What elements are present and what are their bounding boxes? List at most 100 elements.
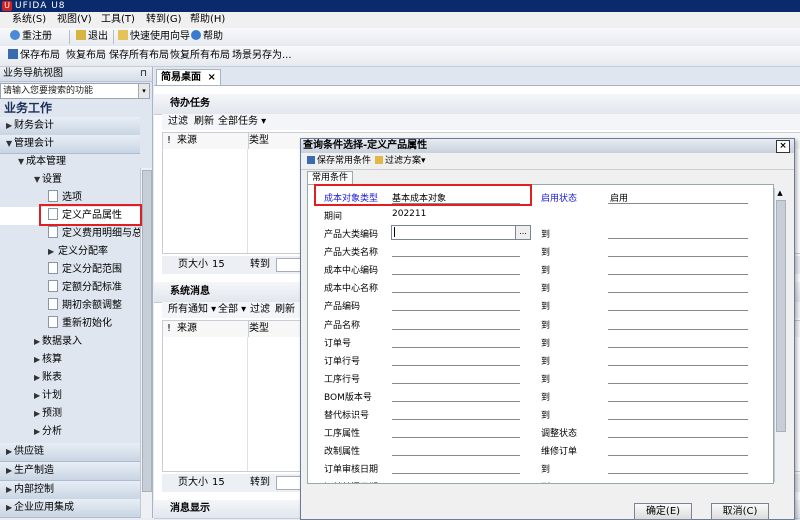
all-dropdown[interactable]: 全部 ▾ — [218, 302, 246, 318]
nav-item-supply-chain[interactable]: ▶ 供应链 — [0, 443, 140, 462]
nav-item-reports[interactable]: ▶ 账表 — [0, 369, 140, 387]
sysmsg-refresh-button[interactable]: 刷新 — [275, 302, 295, 318]
col-source[interactable]: 来源 — [177, 321, 197, 337]
reregister-button[interactable]: 重注册 — [10, 29, 52, 45]
page-size-value[interactable]: 15 — [212, 256, 225, 274]
nav-item-define-expense-detail[interactable]: 定义费用明细与总账 — [0, 225, 140, 243]
collapse-arrow-icon: ▼ — [6, 139, 13, 148]
nav-item-opening-balance-adjust[interactable]: 期初余额调整 — [0, 297, 140, 315]
nav-item-manufacturing[interactable]: ▶ 生产制造 — [0, 462, 140, 481]
close-icon[interactable]: × — [776, 140, 790, 153]
nav-item-reinitialize[interactable]: 重新初始化 — [0, 315, 140, 333]
quick-guide-button[interactable]: 快速使用向导 — [118, 29, 190, 45]
range-to-underline[interactable] — [608, 473, 748, 474]
exit-button[interactable]: 退出 — [76, 29, 108, 45]
page-size-value[interactable]: 15 — [212, 474, 225, 492]
col-type[interactable]: 类型 — [248, 133, 269, 149]
range-to-underline[interactable] — [608, 365, 748, 366]
period-value[interactable]: 202211 — [392, 209, 426, 219]
range-to-label: 到 — [541, 302, 551, 312]
range-to-underline[interactable] — [608, 274, 748, 275]
close-icon[interactable]: × — [207, 72, 215, 83]
field-underline[interactable] — [392, 383, 520, 384]
search-dropdown-icon[interactable]: ▾ — [138, 84, 149, 98]
range-to-underline[interactable] — [608, 310, 748, 311]
nav-item-quota-allocation-standard[interactable]: 定额分配标准 — [0, 279, 140, 297]
menu-view[interactable]: 视图(V) — [57, 12, 92, 28]
filter-scheme-dropdown[interactable]: 过滤方案▾ — [375, 154, 426, 169]
range-to-underline[interactable] — [608, 329, 748, 330]
help-button[interactable]: 帮助 — [191, 29, 223, 45]
nav-item-enterprise-integration[interactable]: ▶ 企业应用集成 — [0, 499, 140, 518]
nav-item-accounting[interactable]: ▶ 核算 — [0, 351, 140, 369]
nav-item-data-entry[interactable]: ▶ 数据录入 — [0, 333, 140, 351]
main-toolbar: 重注册 退出 快速使用向导 帮助 — [0, 28, 800, 47]
nav-scroll-thumb[interactable] — [142, 170, 152, 492]
tab-common-conditions[interactable]: 常用条件 — [307, 171, 354, 185]
col-source[interactable]: 来源 — [177, 133, 197, 149]
col-priority[interactable]: ! — [167, 133, 171, 149]
sysmsg-filter-button[interactable]: 过滤 — [250, 302, 270, 318]
col-priority[interactable]: ! — [167, 321, 171, 337]
nav-item-cost-management[interactable]: ▼ 成本管理 — [0, 153, 140, 171]
scroll-up-icon[interactable]: ▲ — [776, 189, 784, 197]
dialog-scrollbar[interactable]: ▲ — [774, 188, 786, 482]
field-underline[interactable] — [392, 310, 520, 311]
range-to-underline[interactable] — [608, 401, 748, 402]
menu-tools[interactable]: 工具(T) — [101, 12, 135, 28]
save-common-conditions-button[interactable]: 保存常用条件 — [307, 154, 371, 169]
menu-system[interactable]: 系统(S) — [12, 12, 46, 28]
save-scene-as-button[interactable]: 场景另存为... — [232, 48, 292, 64]
range-to-underline[interactable] — [608, 256, 748, 257]
nav-item-internal-control[interactable]: ▶ 内部控制 — [0, 481, 140, 500]
save-layout-button[interactable]: 保存布局 — [8, 48, 60, 64]
range-to-underline[interactable] — [608, 238, 748, 239]
todo-filter-button[interactable]: 过滤 — [168, 114, 188, 130]
field-label: BOM版本号 — [324, 393, 372, 403]
nav-item-settings[interactable]: ▼ 设置 — [0, 171, 140, 189]
nav-item-finance[interactable]: ▶ 财务会计 — [0, 117, 140, 136]
pin-icon[interactable]: ⊓ — [140, 67, 147, 81]
save-all-layouts-button[interactable]: 保存所有布局 — [109, 48, 169, 64]
field-underline[interactable] — [392, 473, 520, 474]
todo-refresh-button[interactable]: 刷新 — [194, 114, 214, 130]
range-to-underline[interactable] — [608, 455, 748, 456]
restore-layout-button[interactable]: 恢复布局 — [66, 48, 106, 64]
field-underline[interactable] — [392, 329, 520, 330]
todo-all-tasks-dropdown[interactable]: 全部任务 ▾ — [218, 114, 266, 130]
range-to-label: 到 — [541, 284, 551, 294]
nav-search-input[interactable]: 请输入您要搜索的功能 ▾ — [0, 83, 150, 99]
field-underline[interactable] — [392, 347, 520, 348]
cancel-button[interactable]: 取消(C) — [711, 503, 769, 520]
range-to-underline[interactable] — [608, 292, 748, 293]
field-underline[interactable] — [392, 274, 520, 275]
dialog-scroll-thumb[interactable] — [776, 200, 786, 432]
field-underline[interactable] — [392, 437, 520, 438]
restore-all-layouts-button[interactable]: 恢复所有布局 — [170, 48, 230, 64]
field-underline[interactable] — [392, 455, 520, 456]
menu-help[interactable]: 帮助(H) — [190, 12, 225, 28]
field-underline[interactable] — [392, 256, 520, 257]
field-underline[interactable] — [392, 292, 520, 293]
col-type[interactable]: 类型 — [248, 321, 269, 337]
browse-button[interactable]: ... — [515, 225, 531, 240]
nav-item-forecast[interactable]: ▶ 预测 — [0, 405, 140, 423]
range-to-underline[interactable] — [608, 347, 748, 348]
product-category-code-input[interactable] — [391, 225, 517, 240]
field-underline[interactable] — [392, 401, 520, 402]
nav-item-define-allocation-range[interactable]: 定义分配范围 — [0, 261, 140, 279]
nav-item-analysis[interactable]: ▶ 分析 — [0, 423, 140, 441]
range-to-underline[interactable] — [608, 383, 748, 384]
tab-simple-desktop[interactable]: 简易桌面 × — [156, 69, 221, 85]
nav-item-define-allocation-rate[interactable]: ▶ 定义分配率 — [0, 243, 140, 261]
query-condition-dialog: 查询条件选择-定义产品属性 × 保存常用条件 过滤方案▾ 常用条件 成本对象类型… — [300, 138, 795, 520]
menu-goto[interactable]: 转到(G) — [146, 12, 182, 28]
range-to-underline[interactable] — [608, 419, 748, 420]
ok-button[interactable]: 确定(E) — [634, 503, 692, 520]
nav-item-management-accounting[interactable]: ▼ 管理会计 — [0, 135, 140, 154]
field-underline[interactable] — [392, 365, 520, 366]
field-underline[interactable] — [392, 419, 520, 420]
nav-item-plan[interactable]: ▶ 计划 — [0, 387, 140, 405]
all-notices-dropdown[interactable]: 所有通知 ▾ — [168, 302, 216, 318]
range-to-underline[interactable] — [608, 437, 748, 438]
